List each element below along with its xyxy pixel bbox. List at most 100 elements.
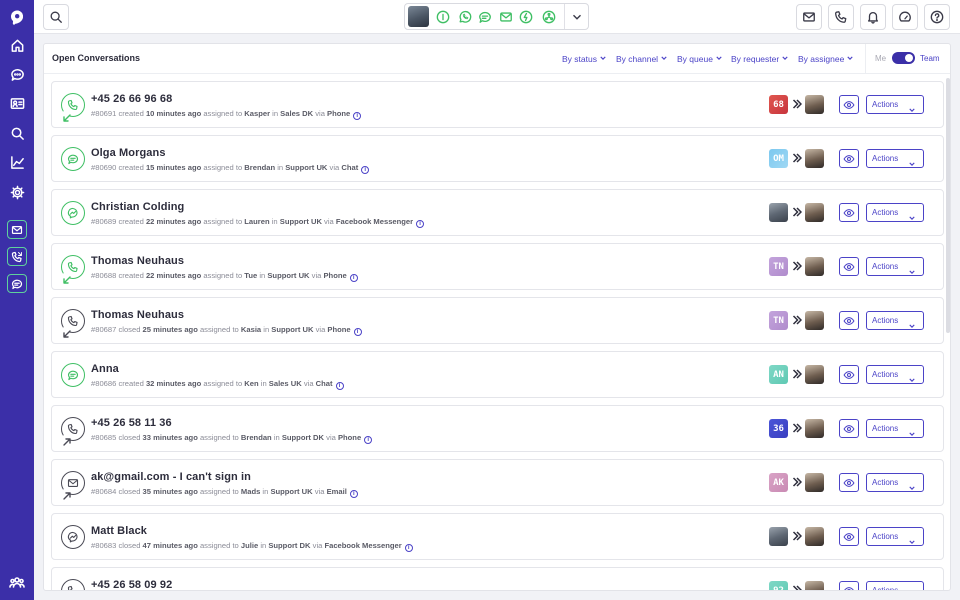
conversation-row[interactable]: Thomas Neuhaus #80688 created 22 minutes… xyxy=(51,243,944,290)
help-button[interactable] xyxy=(924,4,950,30)
assignee-avatar[interactable] xyxy=(805,149,824,168)
me-team-toggle[interactable] xyxy=(892,52,915,64)
actions-button[interactable]: Actions xyxy=(866,149,924,168)
info-icon[interactable]: i xyxy=(416,220,425,228)
info-icon[interactable]: i xyxy=(349,274,358,282)
chat-icon[interactable] xyxy=(5,62,29,86)
conversation-row[interactable]: Thomas Neuhaus #80687 closed 25 minutes … xyxy=(51,297,944,344)
stats-icon[interactable] xyxy=(5,150,29,174)
settings-icon[interactable] xyxy=(5,180,29,204)
filter-by-requester[interactable]: By requester xyxy=(731,53,788,64)
assignee-avatar[interactable] xyxy=(805,95,824,114)
view-button[interactable] xyxy=(839,311,859,330)
conversation-title[interactable]: ak@gmail.com - I can't sign in xyxy=(91,471,251,483)
info-icon[interactable]: i xyxy=(364,436,373,444)
info-icon[interactable]: i xyxy=(353,328,362,336)
chevron-down-icon[interactable] xyxy=(570,10,584,24)
global-search-button[interactable] xyxy=(43,4,69,30)
view-button[interactable] xyxy=(839,419,859,438)
email-status-icon[interactable] xyxy=(499,10,513,24)
actions-button[interactable]: Actions xyxy=(866,365,924,384)
conversation-row[interactable]: +45 26 66 96 68 #80691 created 10 minute… xyxy=(51,81,944,128)
requester-avatar[interactable]: TN xyxy=(769,257,788,276)
assignee-avatar[interactable] xyxy=(805,473,824,492)
messages-icon[interactable] xyxy=(7,274,27,293)
requester-avatar[interactable]: TN xyxy=(769,311,788,330)
requester-avatar[interactable]: OM xyxy=(769,149,788,168)
view-button[interactable] xyxy=(839,527,859,546)
view-button[interactable] xyxy=(839,95,859,114)
view-button[interactable] xyxy=(839,257,859,276)
conversation-row[interactable]: Matt Black #80683 closed 47 minutes ago … xyxy=(51,513,944,560)
view-button[interactable] xyxy=(839,149,859,168)
view-button[interactable] xyxy=(839,581,859,590)
assignee-avatar[interactable] xyxy=(805,581,824,590)
view-button[interactable] xyxy=(839,203,859,222)
info-icon[interactable]: i xyxy=(335,382,344,390)
actions-button[interactable]: Actions xyxy=(866,473,924,492)
assignee-avatar[interactable] xyxy=(805,365,824,384)
notifications-button[interactable] xyxy=(860,4,886,30)
team-icon[interactable] xyxy=(5,570,29,594)
assignee-avatar[interactable] xyxy=(805,203,824,222)
filter-by-channel[interactable]: By channel xyxy=(616,53,667,64)
actions-button[interactable]: Actions xyxy=(866,257,924,276)
info-status-icon[interactable] xyxy=(436,10,450,24)
info-icon[interactable]: i xyxy=(404,544,413,552)
search-icon[interactable] xyxy=(5,121,29,145)
requester-avatar[interactable]: 92 xyxy=(769,581,788,590)
contacts-icon[interactable] xyxy=(5,91,29,115)
actions-button[interactable]: Actions xyxy=(866,203,924,222)
email-button[interactable] xyxy=(796,4,822,30)
requester-avatar[interactable]: 68 xyxy=(769,95,788,114)
info-icon[interactable]: i xyxy=(349,490,358,498)
info-icon[interactable]: i xyxy=(353,112,362,120)
callback-status-icon[interactable] xyxy=(519,10,533,24)
filter-by-queue[interactable]: By queue xyxy=(677,53,722,64)
conversation-title[interactable]: Anna xyxy=(91,363,119,375)
requester-avatar[interactable] xyxy=(769,527,788,546)
call-button[interactable] xyxy=(828,4,854,30)
conversation-row[interactable]: Olga Morgans #80690 created 15 minutes a… xyxy=(51,135,944,182)
actions-button[interactable]: Actions xyxy=(866,527,924,546)
view-button[interactable] xyxy=(839,473,859,492)
filter-by-assignee[interactable]: By assignee xyxy=(798,53,853,64)
logo-icon[interactable] xyxy=(5,5,29,29)
network-status-icon[interactable] xyxy=(542,10,556,24)
info-icon[interactable]: i xyxy=(361,166,370,174)
actions-button[interactable]: Actions xyxy=(866,95,924,114)
conversation-row[interactable]: +45 26 58 11 36 #80685 closed 33 minutes… xyxy=(51,405,944,452)
actions-button[interactable]: Actions xyxy=(866,311,924,330)
assignee-avatar[interactable] xyxy=(805,419,824,438)
conversation-row[interactable]: ak@gmail.com - I can't sign in #80684 cl… xyxy=(51,459,944,506)
agent-status-selector[interactable] xyxy=(404,3,589,30)
actions-button[interactable]: Actions xyxy=(866,581,924,590)
assignee-avatar[interactable] xyxy=(805,257,824,276)
home-icon[interactable] xyxy=(5,33,29,57)
conversation-title[interactable]: +45 26 58 11 36 xyxy=(91,417,172,429)
phone-icon[interactable] xyxy=(7,247,27,266)
conversation-title[interactable]: Olga Morgans xyxy=(91,147,166,159)
speed-button[interactable] xyxy=(892,4,918,30)
view-button[interactable] xyxy=(839,365,859,384)
requester-avatar[interactable] xyxy=(769,203,788,222)
conversation-row[interactable]: Anna #80686 created 32 minutes ago assig… xyxy=(51,351,944,398)
chat-status-icon[interactable] xyxy=(478,10,492,24)
assignee-avatar[interactable] xyxy=(805,311,824,330)
requester-avatar[interactable]: AK xyxy=(769,473,788,492)
conversation-title[interactable]: Thomas Neuhaus xyxy=(91,309,184,321)
conversation-title[interactable]: +45 26 66 96 68 xyxy=(91,93,172,105)
conversation-title[interactable]: +45 26 58 09 92 xyxy=(91,579,172,590)
assignee-avatar[interactable] xyxy=(805,527,824,546)
whatsapp-status-icon[interactable] xyxy=(458,10,472,24)
requester-avatar[interactable]: 36 xyxy=(769,419,788,438)
conversation-title[interactable]: Christian Colding xyxy=(91,201,184,213)
mail-icon[interactable] xyxy=(7,220,27,239)
conversation-title[interactable]: Thomas Neuhaus xyxy=(91,255,184,267)
actions-button[interactable]: Actions xyxy=(866,419,924,438)
filter-by-status[interactable]: By status xyxy=(562,53,606,64)
conversation-row[interactable]: +45 26 58 09 92 92 Actions xyxy=(51,567,944,590)
requester-avatar[interactable]: AN xyxy=(769,365,788,384)
conversation-title[interactable]: Matt Black xyxy=(91,525,147,537)
conversation-row[interactable]: Christian Colding #80689 created 22 minu… xyxy=(51,189,944,236)
